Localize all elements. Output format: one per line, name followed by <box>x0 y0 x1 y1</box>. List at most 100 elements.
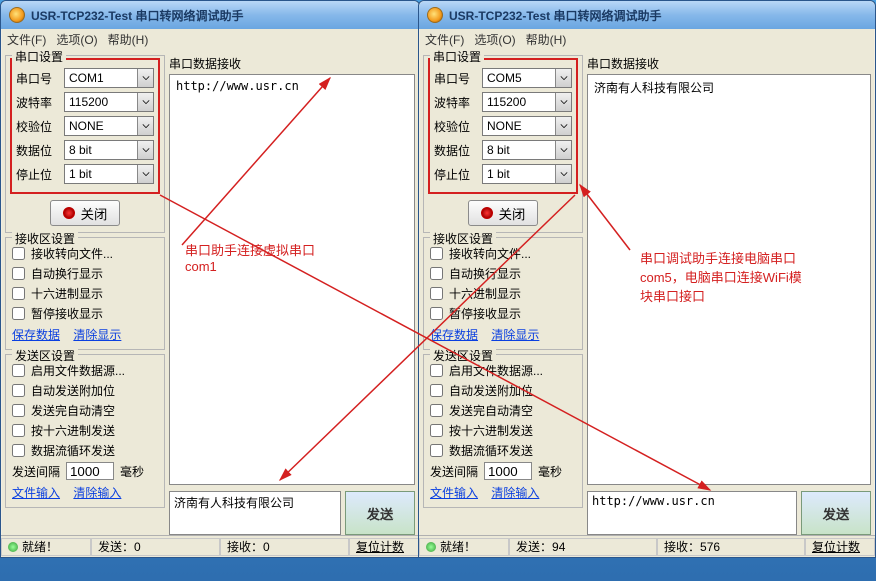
chevron-down-icon[interactable] <box>137 69 153 87</box>
group-serial-settings: 串口设置 串口号 COM1 波特率 115200 校验位 NONE 数据位 8 … <box>5 55 165 233</box>
app-icon <box>427 7 443 23</box>
combo-databits[interactable]: 8 bit <box>482 140 572 160</box>
link-clear-input[interactable]: 清除输入 <box>491 486 539 500</box>
link-clear-input[interactable]: 清除输入 <box>73 486 121 500</box>
interval-input[interactable] <box>66 462 114 480</box>
status-recv-count: 576 <box>700 540 720 554</box>
label-baud: 波特率 <box>16 94 58 111</box>
status-bulb-icon <box>8 542 18 552</box>
menubar: 文件(F) 选项(O) 帮助(H) <box>419 29 875 49</box>
titlebar[interactable]: USR-TCP232-Test 串口转网络调试助手 <box>1 1 419 29</box>
chevron-down-icon[interactable] <box>137 93 153 111</box>
group-serial-settings: 串口设置 串口号 COM5 波特率 115200 校验位 NONE 数据位 8 … <box>423 55 583 233</box>
chevron-down-icon[interactable] <box>555 117 571 135</box>
label-port: 串口号 <box>16 70 58 87</box>
statusbar: 就绪！ 发送：94 接收：576 复位计数 <box>419 535 875 557</box>
menubar: 文件(F) 选项(O) 帮助(H) <box>1 29 419 49</box>
status-recv-count: 0 <box>263 540 270 554</box>
chk-rx-pause[interactable]: 暂停接收显示 <box>12 305 158 322</box>
statusbar: 就绪！ 发送：0 接收：0 复位计数 <box>1 535 419 557</box>
link-file-input[interactable]: 文件输入 <box>430 486 478 500</box>
chk-rx-auto-newline[interactable]: 自动换行显示 <box>12 265 158 282</box>
group-title-serial: 串口设置 <box>12 48 66 65</box>
rx-textarea[interactable]: http://www.usr.cn <box>169 74 415 485</box>
group-title-serial: 串口设置 <box>430 48 484 65</box>
combo-databits[interactable]: 8 bit <box>64 140 154 160</box>
status-bulb-icon <box>426 542 436 552</box>
send-button[interactable]: 发送 <box>345 491 415 535</box>
link-clear-display[interactable]: 清除显示 <box>73 328 121 342</box>
status-send-count: 0 <box>134 540 141 554</box>
chk-rx-auto-newline[interactable]: 自动换行显示 <box>430 265 576 282</box>
chevron-down-icon[interactable] <box>555 69 571 87</box>
interval-input[interactable] <box>484 462 532 480</box>
group-tx-settings: 发送区设置 启用文件数据源... 自动发送附加位 发送完自动清空 按十六进制发送… <box>423 354 583 508</box>
link-save-data[interactable]: 保存数据 <box>430 328 478 342</box>
link-file-input[interactable]: 文件输入 <box>12 486 60 500</box>
combo-baud[interactable]: 115200 <box>482 92 572 112</box>
chk-rx-pause[interactable]: 暂停接收显示 <box>430 305 576 322</box>
chk-tx-hex-send[interactable]: 按十六进制发送 <box>430 422 576 439</box>
tx-textarea[interactable]: http://www.usr.cn <box>587 491 797 535</box>
menu-help[interactable]: 帮助(H) <box>526 31 567 48</box>
chevron-down-icon[interactable] <box>555 141 571 159</box>
chevron-down-icon[interactable] <box>137 165 153 183</box>
status-send-count: 94 <box>552 540 565 554</box>
menu-help[interactable]: 帮助(H) <box>108 31 149 48</box>
window-right: USR-TCP232-Test 串口转网络调试助手 文件(F) 选项(O) 帮助… <box>418 0 876 558</box>
tx-textarea[interactable]: 济南有人科技有限公司 <box>169 491 341 535</box>
link-save-data[interactable]: 保存数据 <box>12 328 60 342</box>
status-ready: 就绪！ <box>22 538 58 555</box>
combo-parity[interactable]: NONE <box>64 116 154 136</box>
menu-options[interactable]: 选项(O) <box>56 31 97 48</box>
app-icon <box>9 7 25 23</box>
chk-tx-auto-append[interactable]: 自动发送附加位 <box>430 382 576 399</box>
group-tx-settings: 发送区设置 启用文件数据源... 自动发送附加位 发送完自动清空 按十六进制发送… <box>5 354 165 508</box>
send-button[interactable]: 发送 <box>801 491 871 535</box>
link-reset-count[interactable]: 复位计数 <box>812 538 860 555</box>
group-title-tx: 发送区设置 <box>12 347 78 364</box>
close-port-button[interactable]: 关闭 <box>468 200 539 226</box>
menu-file[interactable]: 文件(F) <box>425 31 464 48</box>
record-icon <box>63 207 75 219</box>
label-stopbits: 停止位 <box>16 166 58 183</box>
chk-tx-auto-append[interactable]: 自动发送附加位 <box>12 382 158 399</box>
chk-tx-loop-send[interactable]: 数据流循环发送 <box>12 442 158 459</box>
chevron-down-icon[interactable] <box>137 141 153 159</box>
combo-stopbits[interactable]: 1 bit <box>64 164 154 184</box>
rx-area-title: 串口数据接收 <box>169 55 415 72</box>
chk-rx-forward-file[interactable]: 接收转向文件... <box>12 245 158 262</box>
link-reset-count[interactable]: 复位计数 <box>356 538 404 555</box>
chk-tx-file-source[interactable]: 启用文件数据源... <box>12 362 158 379</box>
group-title-rx: 接收区设置 <box>12 230 78 247</box>
chevron-down-icon[interactable] <box>555 165 571 183</box>
window-title: USR-TCP232-Test 串口转网络调试助手 <box>31 7 243 24</box>
window-left: USR-TCP232-Test 串口转网络调试助手 文件(F) 选项(O) 帮助… <box>0 0 420 558</box>
label-interval: 发送间隔 <box>12 463 60 480</box>
record-icon <box>481 207 493 219</box>
chk-tx-file-source[interactable]: 启用文件数据源... <box>430 362 576 379</box>
close-port-button[interactable]: 关闭 <box>50 200 121 226</box>
combo-port[interactable]: COM1 <box>64 68 154 88</box>
chk-tx-auto-clear[interactable]: 发送完自动清空 <box>430 402 576 419</box>
chk-tx-hex-send[interactable]: 按十六进制发送 <box>12 422 158 439</box>
chk-tx-auto-clear[interactable]: 发送完自动清空 <box>12 402 158 419</box>
combo-baud[interactable]: 115200 <box>64 92 154 112</box>
combo-port[interactable]: COM5 <box>482 68 572 88</box>
label-parity: 校验位 <box>16 118 58 135</box>
rx-textarea[interactable]: 济南有人科技有限公司 <box>587 74 871 485</box>
link-clear-display[interactable]: 清除显示 <box>491 328 539 342</box>
group-rx-settings: 接收区设置 接收转向文件... 自动换行显示 十六进制显示 暂停接收显示 保存数… <box>5 237 165 350</box>
serial-highlight-box: 串口号 COM5 波特率 115200 校验位 NONE 数据位 8 bit 停… <box>428 58 578 194</box>
chevron-down-icon[interactable] <box>137 117 153 135</box>
combo-stopbits[interactable]: 1 bit <box>482 164 572 184</box>
menu-file[interactable]: 文件(F) <box>7 31 46 48</box>
chk-rx-hex[interactable]: 十六进制显示 <box>430 285 576 302</box>
chk-rx-hex[interactable]: 十六进制显示 <box>12 285 158 302</box>
chk-rx-forward-file[interactable]: 接收转向文件... <box>430 245 576 262</box>
menu-options[interactable]: 选项(O) <box>474 31 515 48</box>
chk-tx-loop-send[interactable]: 数据流循环发送 <box>430 442 576 459</box>
combo-parity[interactable]: NONE <box>482 116 572 136</box>
chevron-down-icon[interactable] <box>555 93 571 111</box>
titlebar[interactable]: USR-TCP232-Test 串口转网络调试助手 <box>419 1 875 29</box>
